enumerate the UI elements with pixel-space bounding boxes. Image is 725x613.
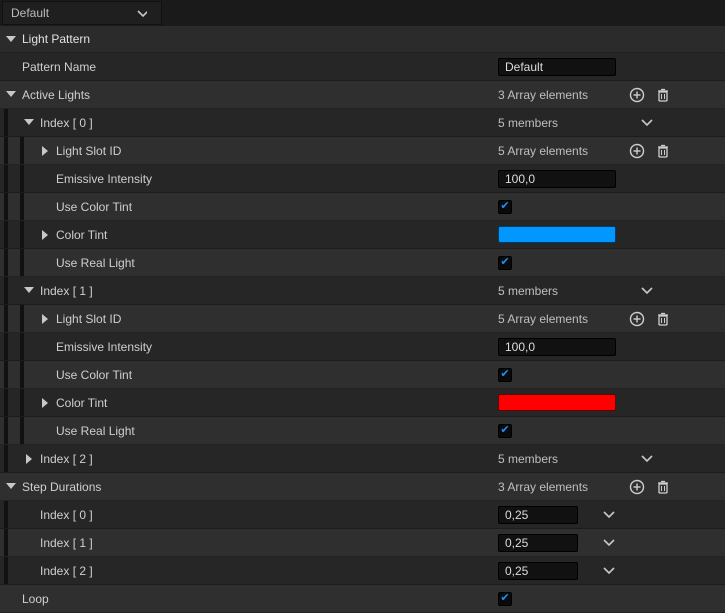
active-lights-summary: 3 Array elements (498, 88, 588, 102)
triangle-down-icon (24, 118, 34, 128)
light-slot-id-label: Light Slot ID (56, 312, 121, 326)
step-durations-summary: 3 Array elements (498, 480, 588, 494)
row-use-real-light-1: Use Real Light (0, 417, 725, 445)
step-index-label: Index [ 1 ] (40, 536, 93, 550)
color-tint-swatch[interactable] (498, 394, 616, 411)
use-color-tint-checkbox[interactable] (498, 368, 512, 382)
use-real-light-label: Use Real Light (56, 424, 135, 438)
color-tint-swatch[interactable] (498, 226, 616, 243)
step-duration-input[interactable] (498, 562, 578, 580)
clear-array-button[interactable] (655, 143, 671, 159)
triangle-down-icon (6, 34, 16, 44)
triangle-right-icon (40, 230, 50, 240)
add-element-button[interactable] (629, 311, 645, 327)
row-use-color-tint-1: Use Color Tint (0, 361, 725, 389)
index-label: Index [ 0 ] (40, 116, 93, 130)
clear-array-button[interactable] (655, 311, 671, 327)
row-color-tint-1: Color Tint (0, 389, 725, 417)
add-element-button[interactable] (629, 143, 645, 159)
triangle-right-icon (24, 454, 34, 464)
emissive-intensity-label: Emissive Intensity (56, 172, 152, 186)
add-element-button[interactable] (629, 479, 645, 495)
triangle-right-icon (40, 314, 50, 324)
row-step-duration-1: Index [ 1 ] (0, 529, 725, 557)
triangle-down-icon (24, 286, 34, 296)
triangle-right-icon (40, 398, 50, 408)
pattern-name-label: Pattern Name (22, 60, 96, 74)
preset-dropdown[interactable]: Default (2, 1, 162, 25)
chevron-down-icon[interactable] (639, 283, 655, 299)
pattern-name-input[interactable] (498, 58, 616, 76)
top-bar: Default (0, 0, 725, 26)
emissive-intensity-label: Emissive Intensity (56, 340, 152, 354)
row-active-lights[interactable]: Active Lights 3 Array elements (0, 81, 725, 109)
chevron-down-icon[interactable] (601, 563, 617, 579)
use-real-light-label: Use Real Light (56, 256, 135, 270)
loop-label: Loop (22, 592, 49, 606)
chevron-down-icon[interactable] (639, 115, 655, 131)
section-header-light-pattern[interactable]: Light Pattern (0, 26, 725, 53)
emissive-intensity-input[interactable] (498, 170, 616, 188)
row-use-real-light-0: Use Real Light (0, 249, 725, 277)
light-slot-id-summary: 5 Array elements (498, 312, 588, 326)
light-slot-id-label: Light Slot ID (56, 144, 121, 158)
row-step-durations[interactable]: Step Durations 3 Array elements (0, 473, 725, 501)
index-label: Index [ 1 ] (40, 284, 93, 298)
section-title: Light Pattern (22, 32, 90, 46)
row-light-slot-id-1[interactable]: Light Slot ID 5 Array elements (0, 305, 725, 333)
emissive-intensity-input[interactable] (498, 338, 616, 356)
preset-dropdown-label: Default (11, 6, 49, 20)
chevron-down-icon[interactable] (601, 507, 617, 523)
step-duration-input[interactable] (498, 534, 578, 552)
row-step-duration-2: Index [ 2 ] (0, 557, 725, 585)
color-tint-label: Color Tint (56, 396, 107, 410)
index-label: Index [ 2 ] (40, 452, 93, 466)
row-use-color-tint-0: Use Color Tint (0, 193, 725, 221)
members-summary: 5 members (498, 452, 558, 466)
row-loop: Loop (0, 585, 725, 613)
row-emissive-intensity-1: Emissive Intensity (0, 333, 725, 361)
use-color-tint-checkbox[interactable] (498, 200, 512, 214)
chevron-down-icon[interactable] (639, 451, 655, 467)
row-step-duration-0: Index [ 0 ] (0, 501, 725, 529)
use-real-light-checkbox[interactable] (498, 256, 512, 270)
use-color-tint-label: Use Color Tint (56, 200, 132, 214)
row-pattern-name: Pattern Name (0, 53, 725, 81)
chevron-down-icon[interactable] (601, 535, 617, 551)
clear-array-button[interactable] (655, 479, 671, 495)
light-slot-id-summary: 5 Array elements (498, 144, 588, 158)
row-active-lights-index-1[interactable]: Index [ 1 ] 5 members (0, 277, 725, 305)
add-element-button[interactable] (629, 87, 645, 103)
members-summary: 5 members (498, 284, 558, 298)
use-real-light-checkbox[interactable] (498, 424, 512, 438)
active-lights-label: Active Lights (22, 88, 90, 102)
row-emissive-intensity-0: Emissive Intensity (0, 165, 725, 193)
color-tint-label: Color Tint (56, 228, 107, 242)
row-active-lights-index-2[interactable]: Index [ 2 ] 5 members (0, 445, 725, 473)
chevron-down-icon (137, 8, 147, 18)
step-durations-label: Step Durations (22, 480, 101, 494)
triangle-right-icon (40, 146, 50, 156)
use-color-tint-label: Use Color Tint (56, 368, 132, 382)
row-active-lights-index-0[interactable]: Index [ 0 ] 5 members (0, 109, 725, 137)
step-index-label: Index [ 0 ] (40, 508, 93, 522)
row-light-slot-id-0[interactable]: Light Slot ID 5 Array elements (0, 137, 725, 165)
loop-checkbox[interactable] (498, 592, 512, 606)
step-duration-input[interactable] (498, 506, 578, 524)
row-color-tint-0: Color Tint (0, 221, 725, 249)
triangle-down-icon (6, 482, 16, 492)
step-index-label: Index [ 2 ] (40, 564, 93, 578)
clear-array-button[interactable] (655, 87, 671, 103)
members-summary: 5 members (498, 116, 558, 130)
triangle-down-icon (6, 90, 16, 100)
